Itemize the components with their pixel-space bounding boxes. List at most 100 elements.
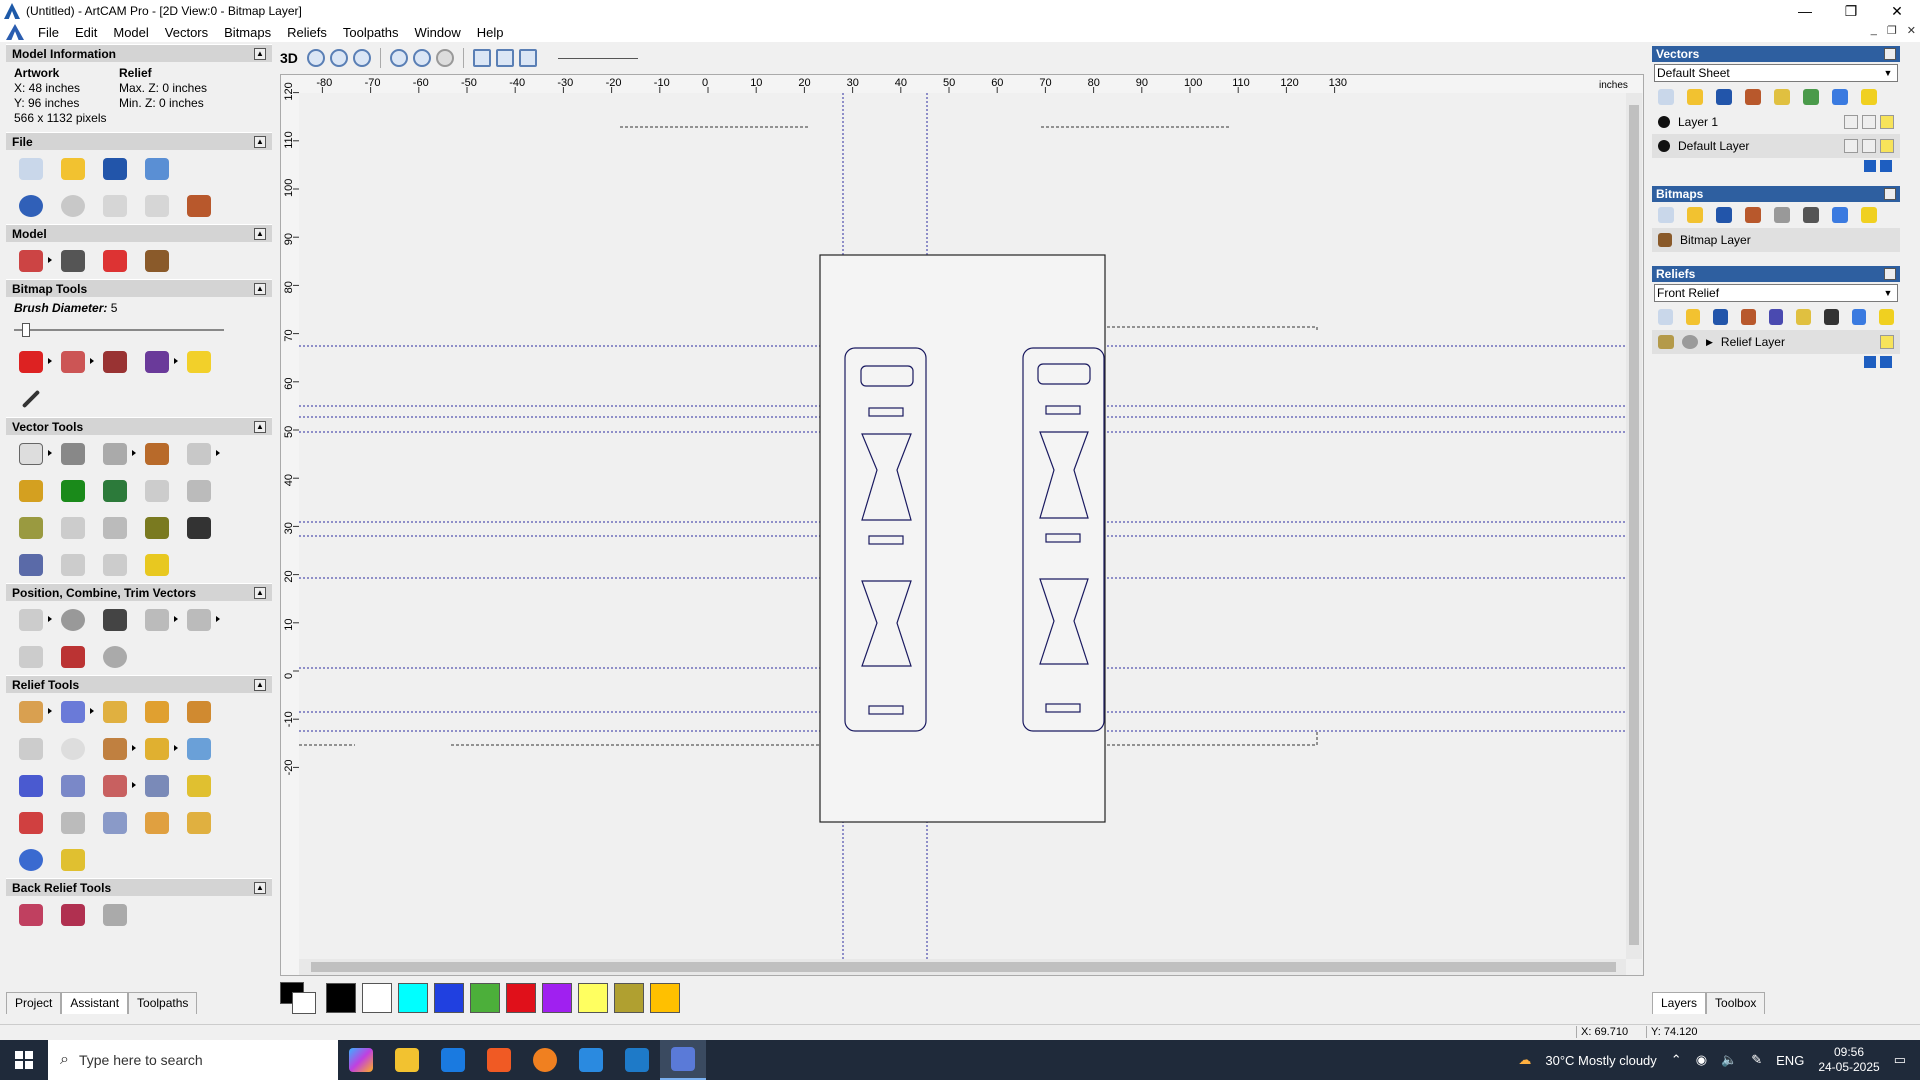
color-swatch-orange[interactable] <box>650 983 680 1013</box>
relief-export-icon[interactable] <box>58 846 88 874</box>
relief-combine-icon[interactable] <box>1768 309 1784 325</box>
color-swatch-yellow[interactable] <box>578 983 608 1013</box>
visibility-icon[interactable] <box>1880 115 1894 129</box>
lock-icon[interactable] <box>1844 139 1858 153</box>
cut-icon[interactable] <box>100 192 130 220</box>
delete-bitmap-icon[interactable] <box>1832 207 1848 223</box>
file-header[interactable]: File ▲ <box>6 132 272 150</box>
zoom-all-icon[interactable] <box>435 49 454 67</box>
edit-icon[interactable] <box>1862 115 1876 129</box>
color-swatch-olive[interactable] <box>614 983 644 1013</box>
move-down-icon[interactable] <box>1880 160 1892 172</box>
snap-guides-icon[interactable] <box>495 49 514 67</box>
relief-sphere-icon[interactable] <box>142 772 172 800</box>
wrap-icon[interactable] <box>16 643 46 671</box>
relief-flat-icon[interactable] <box>184 772 214 800</box>
collapse-icon[interactable]: ▲ <box>254 227 266 240</box>
relief-lift-icon[interactable] <box>142 809 172 837</box>
relief-cube-icon[interactable] <box>100 809 130 837</box>
relief-tray-icon[interactable] <box>184 809 214 837</box>
back-relief-layers-icon[interactable] <box>58 901 88 929</box>
edit-icon[interactable] <box>1862 139 1876 153</box>
delete-layer-icon[interactable] <box>1832 89 1848 105</box>
bitmap-layer-item[interactable]: Bitmap Layer <box>1652 228 1900 252</box>
move-up-icon[interactable] <box>1864 160 1876 172</box>
2d-view[interactable]: -80 -70 -60 -50 -40 -30 -20 -10 0 10 20 30 40 50 60 70 8… <box>281 75 1643 975</box>
menu-bitmaps[interactable]: Bitmaps <box>216 25 279 40</box>
relief-swirl-icon[interactable] <box>16 735 46 763</box>
extend-vector-icon[interactable] <box>142 514 172 542</box>
star-icon[interactable] <box>142 551 172 579</box>
horizontal-scroll-thumb[interactable] <box>311 962 1616 972</box>
color-swatch-black[interactable] <box>326 983 356 1013</box>
menu-window[interactable]: Window <box>407 25 469 40</box>
zoom-previous-icon[interactable] <box>389 49 408 67</box>
move-up-icon[interactable] <box>1864 356 1876 368</box>
merge-layer-icon[interactable] <box>1803 89 1819 105</box>
relief-arch-icon[interactable] <box>184 735 214 763</box>
collapse-icon[interactable]: ▲ <box>254 881 266 894</box>
undo-icon[interactable] <box>16 192 46 220</box>
menu-model[interactable]: Model <box>105 25 156 40</box>
snap-grid-icon[interactable] <box>472 49 491 67</box>
move-down-icon[interactable] <box>1880 356 1892 368</box>
relief-properties-icon[interactable] <box>1796 309 1812 325</box>
model-grayscale-icon[interactable] <box>58 247 88 275</box>
weather-text[interactable]: 30°C Mostly cloudy <box>1545 1053 1656 1068</box>
mdi-close-icon[interactable]: ✕ <box>1907 24 1916 37</box>
menu-edit[interactable]: Edit <box>67 25 105 40</box>
model-information-header[interactable]: Model Information ▲ <box>6 44 272 62</box>
circle-array-icon[interactable] <box>58 606 88 634</box>
relief-column-icon[interactable] <box>58 809 88 837</box>
chevron-down-icon[interactable]: ▼ <box>1881 66 1895 80</box>
bitmaps-header[interactable]: Bitmaps <box>1652 186 1900 202</box>
paste-bitmap-icon[interactable] <box>1745 207 1761 223</box>
fillet-icon[interactable] <box>100 514 130 542</box>
light-bulb-icon[interactable] <box>1879 309 1895 325</box>
brave-browser-icon[interactable] <box>476 1040 522 1080</box>
tab-layers[interactable]: Layers <box>1652 992 1707 1014</box>
add-vector-icon[interactable] <box>58 477 88 505</box>
color-swatch-purple[interactable] <box>542 983 572 1013</box>
lock-icon[interactable] <box>1844 115 1858 129</box>
color-swatch-cyan[interactable] <box>398 983 428 1013</box>
vector-spline-icon[interactable] <box>58 551 88 579</box>
trim-vector-icon[interactable] <box>184 514 214 542</box>
color-swatch-white[interactable] <box>362 983 392 1013</box>
new-relief-icon[interactable] <box>1658 309 1673 325</box>
relief-star-icon[interactable] <box>16 772 46 800</box>
vector-text-icon[interactable] <box>100 477 130 505</box>
menu-file[interactable]: File <box>30 25 67 40</box>
weld-icon[interactable] <box>184 606 220 634</box>
relief-sculpt-icon[interactable] <box>16 809 46 837</box>
back-relief-stack-icon[interactable] <box>100 901 130 929</box>
model-header[interactable]: Model ▲ <box>6 224 272 242</box>
clock[interactable]: 09:56 24-05-2025 <box>1818 1045 1879 1075</box>
collapse-icon[interactable] <box>1884 268 1896 280</box>
dropper-icon[interactable] <box>100 348 130 376</box>
zoom-box-icon[interactable] <box>352 49 371 67</box>
relief-smooth-icon[interactable] <box>100 772 136 800</box>
menu-help[interactable]: Help <box>469 25 512 40</box>
vector-database-icon[interactable] <box>16 551 46 579</box>
select-arrow-icon[interactable] <box>16 440 52 468</box>
weather-icon[interactable]: ☁ <box>1518 1052 1531 1068</box>
transform-icon[interactable] <box>58 440 88 468</box>
menu-toolpaths[interactable]: Toolpaths <box>335 25 407 40</box>
model-boundary[interactable] <box>819 254 1106 823</box>
copy-icon[interactable] <box>142 192 172 220</box>
zoom-out-icon[interactable] <box>329 49 348 67</box>
relief-texture-icon[interactable] <box>58 735 88 763</box>
relief-select[interactable]: Front Relief ▼ <box>1654 284 1898 302</box>
save-relief-icon[interactable] <box>1713 309 1729 325</box>
tab-project[interactable]: Project <box>6 992 62 1014</box>
open-relief-icon[interactable] <box>1685 309 1701 325</box>
nesting-icon[interactable] <box>100 606 130 634</box>
wave-vector-icon[interactable] <box>58 514 88 542</box>
pen-icon[interactable]: ✎ <box>1751 1052 1762 1068</box>
new-bitmap-icon[interactable] <box>1658 207 1674 223</box>
chevron-down-icon[interactable]: ▼ <box>1881 286 1895 300</box>
layer-item[interactable]: Layer 1 <box>1652 110 1900 134</box>
collapse-icon[interactable] <box>1884 188 1896 200</box>
close-button[interactable]: ✕ <box>1874 0 1920 22</box>
